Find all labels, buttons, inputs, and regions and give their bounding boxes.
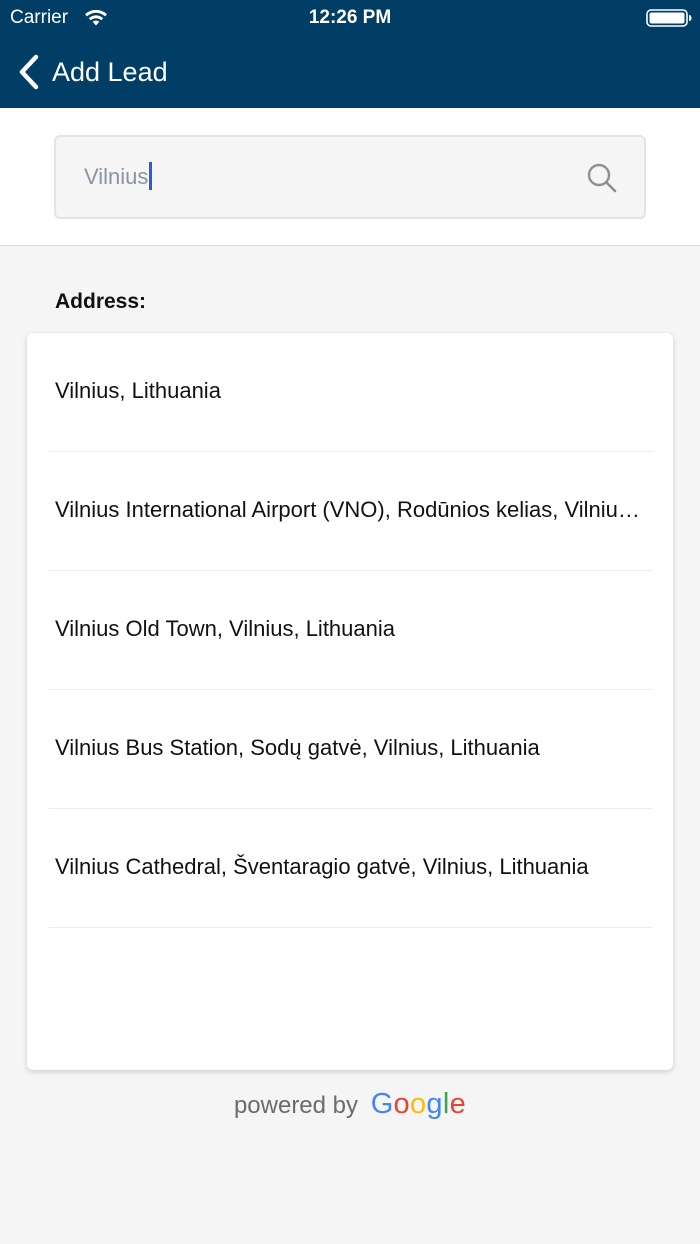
battery-icon bbox=[646, 9, 692, 27]
navigation-bar: Add Lead bbox=[0, 36, 700, 108]
google-logo: Google bbox=[371, 1088, 466, 1120]
address-result-item[interactable]: Vilnius International Airport (VNO), Rod… bbox=[49, 452, 653, 571]
text-caret bbox=[149, 162, 153, 191]
address-result-item[interactable]: Vilnius, Lithuania bbox=[49, 333, 653, 452]
google-letter: o bbox=[393, 1088, 410, 1120]
google-letter: l bbox=[442, 1088, 450, 1120]
address-result-text: Vilnius International Airport (VNO), Rod… bbox=[55, 497, 647, 522]
address-result-item[interactable]: Vilnius Cathedral, Šventaragio gatvė, Vi… bbox=[49, 809, 653, 928]
status-bar: Carrier 12:26 PM bbox=[0, 0, 700, 36]
google-letter: o bbox=[409, 1088, 427, 1120]
google-letter: e bbox=[449, 1088, 467, 1120]
chevron-left-icon bbox=[19, 54, 39, 90]
address-result-text: Vilnius Cathedral, Šventaragio gatvė, Vi… bbox=[55, 854, 589, 879]
address-results-list: Vilnius, Lithuania Vilnius International… bbox=[27, 333, 673, 1070]
search-icon[interactable] bbox=[586, 162, 618, 194]
address-result-text: Vilnius, Lithuania bbox=[55, 378, 221, 403]
address-heading: Address: bbox=[55, 290, 147, 313]
search-section: Vilnius bbox=[0, 108, 700, 246]
address-result-text: Vilnius Bus Station, Sodų gatvė, Vilnius… bbox=[55, 735, 540, 760]
app-header: Carrier 12:26 PM Add Lead bbox=[0, 0, 700, 108]
address-result-text: Vilnius Old Town, Vilnius, Lithuania bbox=[55, 616, 395, 641]
powered-by-google: powered by Google bbox=[0, 1088, 700, 1121]
address-result-item[interactable]: Vilnius Bus Station, Sodų gatvė, Vilnius… bbox=[49, 690, 653, 809]
google-letter: G bbox=[370, 1088, 394, 1120]
powered-by-text: powered by bbox=[233, 1092, 359, 1119]
search-input-value: Vilnius bbox=[84, 162, 153, 191]
back-button[interactable]: Add Lead bbox=[16, 50, 216, 94]
search-value-text: Vilnius bbox=[84, 164, 149, 189]
address-result-item[interactable]: Vilnius Old Town, Vilnius, Lithuania bbox=[49, 571, 653, 690]
search-input[interactable]: Vilnius bbox=[54, 135, 646, 219]
google-letter: g bbox=[426, 1088, 443, 1120]
back-button-label: Add Lead bbox=[52, 56, 168, 87]
status-time: 12:26 PM bbox=[308, 7, 392, 28]
